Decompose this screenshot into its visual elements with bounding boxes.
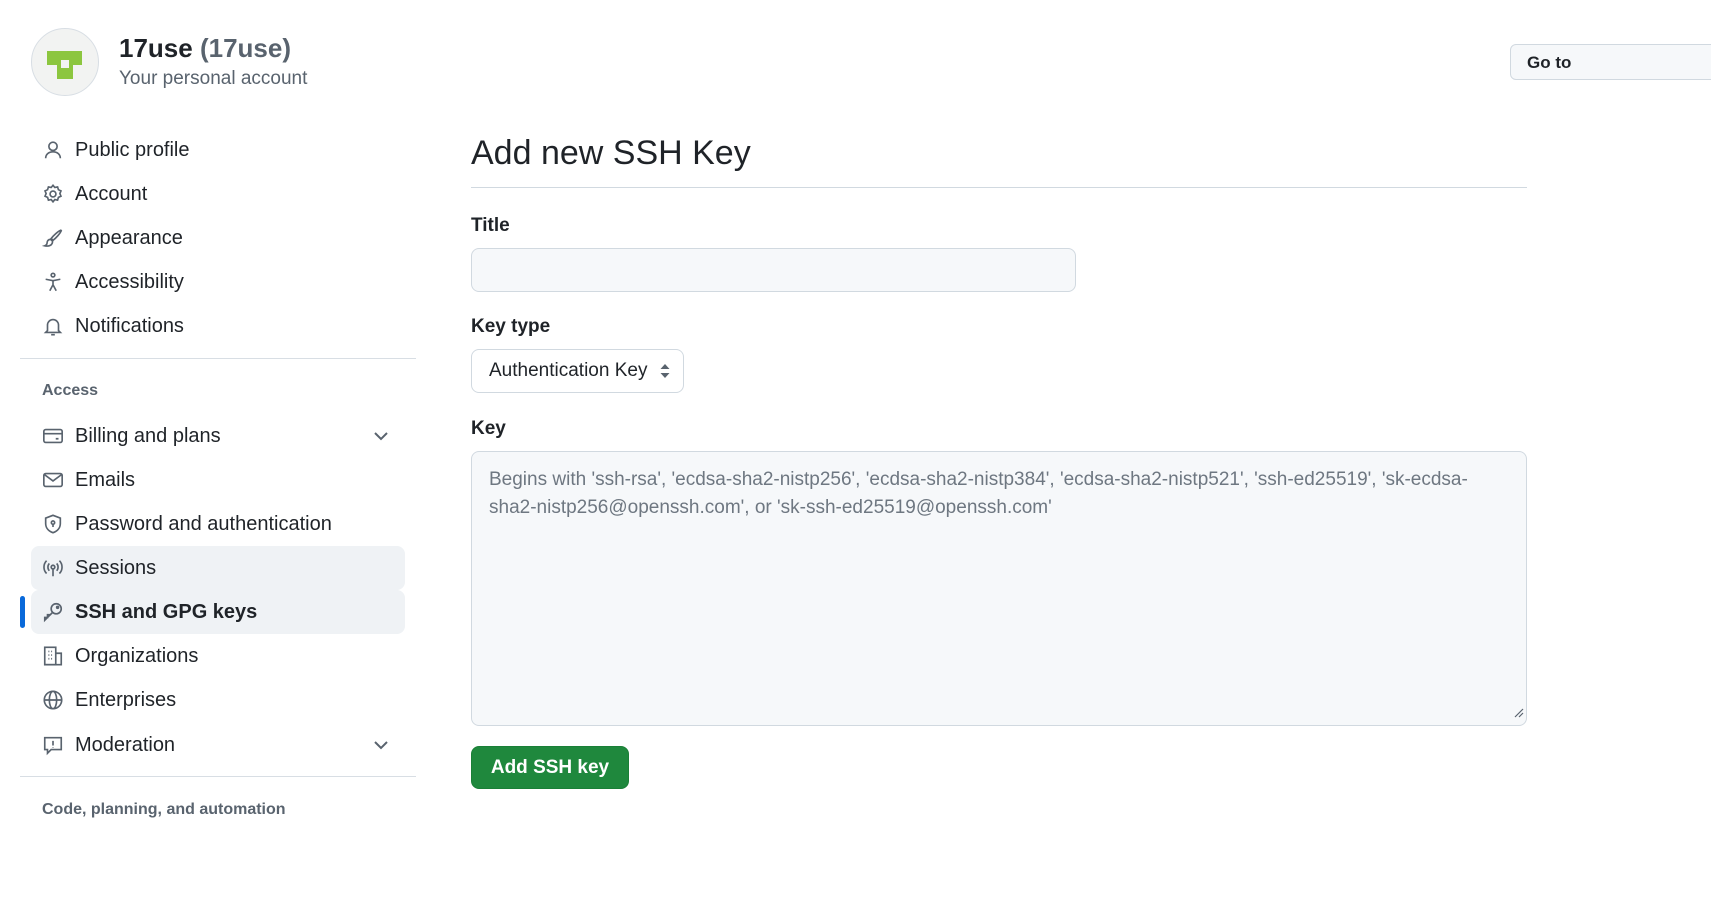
add-ssh-key-button[interactable]: Add SSH key [471, 746, 629, 789]
sidebar-divider [20, 776, 416, 777]
credit-card-icon [41, 424, 65, 448]
key-type-label: Key type [471, 316, 551, 337]
sidebar-item-label: Emails [75, 468, 136, 491]
sidebar-item-label: Sessions [75, 556, 157, 579]
title-input[interactable] [471, 248, 1076, 292]
title-divider [471, 187, 1527, 188]
key-type-select[interactable]: Authentication Key [471, 349, 684, 393]
key-type-selected: Authentication Key [489, 360, 648, 381]
sidebar-section-code: Code, planning, and automation [42, 801, 286, 818]
sidebar-item-label: Moderation [75, 733, 176, 756]
sidebar-item-sessions[interactable]: Sessions [31, 546, 405, 590]
key-field-label: Key [471, 418, 506, 439]
sidebar-section-access: Access [42, 382, 99, 399]
sidebar-item-label: SSH and GPG keys [75, 600, 258, 623]
sidebar-item-label: Organizations [75, 644, 199, 667]
sidebar-item-password-auth[interactable]: Password and authentication [31, 502, 405, 546]
account-subtitle: Your personal account [119, 68, 308, 89]
sidebar-item-moderation[interactable]: Moderation [31, 723, 405, 767]
report-icon [41, 733, 65, 757]
sidebar-item-appearance[interactable]: Appearance [31, 216, 405, 260]
paintbrush-icon [41, 226, 65, 250]
sidebar-item-label: Account [75, 182, 148, 205]
sidebar-item-label: Accessibility [75, 270, 184, 293]
sidebar-item-ssh-gpg-keys[interactable]: SSH and GPG keys [31, 590, 405, 634]
sidebar-item-public-profile[interactable]: Public profile [31, 128, 405, 172]
sidebar-item-billing[interactable]: Billing and plans [31, 414, 405, 458]
globe-icon [41, 688, 65, 712]
sidebar-item-enterprises[interactable]: Enterprises [31, 678, 405, 722]
organization-icon [41, 644, 65, 668]
sidebar-item-account[interactable]: Account [31, 172, 405, 216]
go-to-profile-button[interactable]: Go to [1510, 44, 1711, 80]
gear-icon [41, 182, 65, 206]
sidebar-item-label: Enterprises [75, 688, 177, 711]
person-icon [41, 138, 65, 162]
avatar[interactable] [31, 28, 99, 96]
page-title: Add new SSH Key [471, 134, 751, 172]
account-login: (17use) [199, 33, 292, 63]
sidebar-item-label: Password and authentication [75, 512, 332, 535]
identicon-icon [47, 51, 82, 79]
title-field-label: Title [471, 215, 510, 236]
sidebar-divider [20, 358, 416, 359]
key-placeholder: Begins with 'ssh-rsa', 'ecdsa-sha2-nistp… [489, 469, 1468, 518]
sidebar-item-label: Notifications [75, 314, 184, 337]
sidebar-item-organizations[interactable]: Organizations [31, 634, 405, 678]
broadcast-icon [41, 556, 65, 580]
chevron-down-icon[interactable] [369, 733, 393, 757]
sidebar-item-label: Billing and plans [75, 424, 221, 447]
shield-lock-icon [41, 512, 65, 536]
account-header: 17use (17use) Your personal account Go t… [0, 0, 1711, 110]
account-name: 17use (17use) [119, 33, 291, 64]
mail-icon [41, 468, 65, 492]
chevron-down-icon[interactable] [369, 424, 393, 448]
sidebar-item-notifications[interactable]: Notifications [31, 304, 405, 348]
accessibility-icon [41, 270, 65, 294]
account-username: 17use [119, 33, 193, 63]
select-caret-icon [659, 363, 671, 384]
sidebar-item-label: Appearance [75, 226, 183, 249]
key-icon [41, 600, 65, 624]
active-indicator [20, 596, 25, 628]
sidebar-item-emails[interactable]: Emails [31, 458, 405, 502]
bell-icon [41, 314, 65, 338]
key-textarea[interactable]: Begins with 'ssh-rsa', 'ecdsa-sha2-nistp… [471, 451, 1527, 726]
sidebar-item-accessibility[interactable]: Accessibility [31, 260, 405, 304]
resize-handle-icon[interactable] [1512, 705, 1524, 723]
sidebar-item-label: Public profile [75, 138, 190, 161]
